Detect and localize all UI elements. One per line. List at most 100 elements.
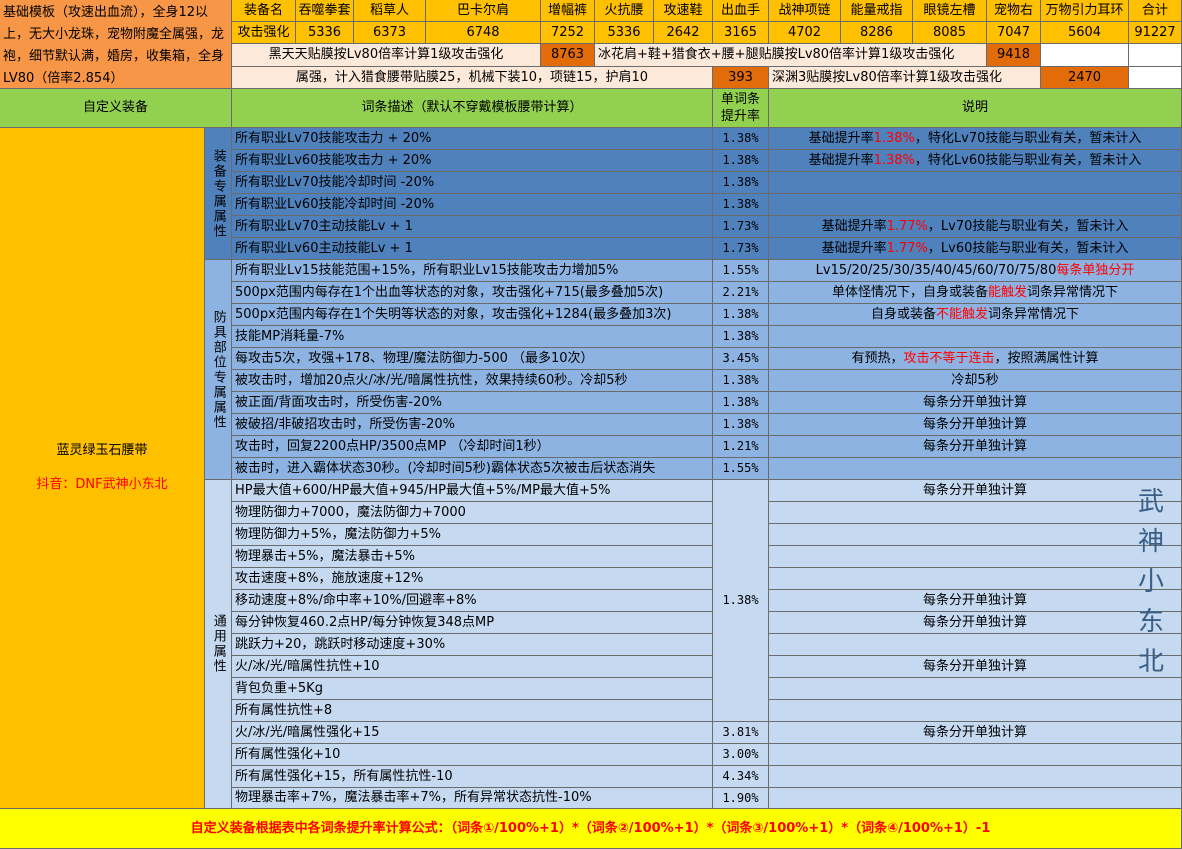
attack-strength-value-2[interactable]: 6373 [354, 22, 426, 44]
equipment-name-8[interactable]: 战神项链 [769, 0, 841, 22]
attack-strength-value-11[interactable]: 7047 [987, 22, 1041, 44]
general-row-note-6[interactable]: 每条分开单独计算 [769, 590, 1182, 612]
attribute-row-desc-8[interactable]: 500px范围内每存在1个出血等状态的对象，攻击强化+715(最多叠加5次) [232, 282, 713, 304]
attribute-row-rate-12[interactable]: 1.38% [713, 370, 769, 392]
attack-strength-value-3[interactable]: 6748 [426, 22, 541, 44]
attribute-row-desc-15[interactable]: 攻击时，回复2200点HP/3500点MP （冷却时间1秒） [232, 436, 713, 458]
general-row-note-2[interactable] [769, 502, 1182, 524]
equipment-name-12[interactable]: 万物引力耳环 [1041, 0, 1129, 22]
attribute-row-desc-13[interactable]: 被正面/背面攻击时，所受伤害-20% [232, 392, 713, 414]
attribute-row-note-7[interactable]: Lv15/20/25/30/35/40/45/60/70/75/80 每条单独分开 [769, 260, 1182, 282]
general-row-desc-3[interactable]: 物理防御力+5%，魔法防御力+5% [232, 524, 713, 546]
general-row-note-10[interactable] [769, 678, 1182, 700]
general-row-desc-6[interactable]: 移动速度+8%/命中率+10%/回避率+8% [232, 590, 713, 612]
attribute-row-rate-4[interactable]: 1.38% [713, 194, 769, 216]
attribute-row-note-5[interactable]: 基础提升率 1.77% ，Lv70技能与职业有关，暂未计入 [769, 216, 1182, 238]
attribute-row-note-13[interactable]: 每条分开单独计算 [769, 392, 1182, 414]
rate-header[interactable]: 单词条提升率 [713, 89, 769, 128]
general-row-desc-5[interactable]: 攻击速度+8%，施放速度+12% [232, 568, 713, 590]
attribute-row-desc-2[interactable]: 所有职业Lv60技能攻击力 + 20% [232, 150, 713, 172]
attack-strength-value-5[interactable]: 5336 [595, 22, 654, 44]
attack-strength-value-7[interactable]: 3165 [713, 22, 769, 44]
attribute-row-desc-11[interactable]: 每攻击5次，攻强+178、物理/魔法防御力-500 （最多10次） [232, 348, 713, 370]
custom-equipment-header[interactable]: 自定义装备 [0, 89, 232, 128]
general-row-desc-15[interactable]: 物理暴击率+7%，魔法暴击率+7%，所有异常状态抗性-10% [232, 788, 713, 809]
attribute-row-note-12[interactable]: 冷却5秒 [769, 370, 1182, 392]
general-row-note-3[interactable] [769, 524, 1182, 546]
general-row-note-12[interactable]: 每条分开单独计算 [769, 722, 1182, 744]
attribute-row-note-1[interactable]: 基础提升率 1.38% ，特化Lv70技能与职业有关，暂未计入 [769, 128, 1182, 150]
attack-strength-value-13[interactable]: 91227 [1129, 22, 1182, 44]
attribute-row-desc-9[interactable]: 500px范围内每存在1个失明等状态的对象，攻击强化+1284(最多叠加3次) [232, 304, 713, 326]
attribute-row-desc-16[interactable]: 被击时，进入霸体状态30秒。(冷却时间5秒)霸体状态5次被击后状态消失 [232, 458, 713, 480]
row3-description-2[interactable]: 冰花肩+鞋+猎食衣+腰+腿贴膜按Lv80倍率计算1级攻击强化 [595, 44, 987, 67]
note-header[interactable]: 说明 [769, 89, 1182, 128]
attribute-row-note-10[interactable] [769, 326, 1182, 348]
attribute-row-note-8[interactable]: 单体怪情况下，自身或装备 能触发 词条异常情况下 [769, 282, 1182, 304]
general-row-note-9[interactable]: 每条分开单独计算 [769, 656, 1182, 678]
attack-strength-value-9[interactable]: 8286 [841, 22, 913, 44]
general-row-desc-10[interactable]: 背包负重+5Kg [232, 678, 713, 700]
attribute-row-note-14[interactable]: 每条分开单独计算 [769, 414, 1182, 436]
general-row-desc-4[interactable]: 物理暴击+5%，魔法暴击+5% [232, 546, 713, 568]
equipment-name-11[interactable]: 宠物右 [987, 0, 1041, 22]
attribute-row-rate-13[interactable]: 1.38% [713, 392, 769, 414]
description-header[interactable]: 词条描述（默认不穿戴模板腰带计算） [232, 89, 713, 128]
general-row-note-5[interactable] [769, 568, 1182, 590]
equipment-name-label[interactable]: 装备名 [232, 0, 296, 22]
attribute-row-rate-6[interactable]: 1.73% [713, 238, 769, 260]
general-row-note-8[interactable] [769, 634, 1182, 656]
attribute-row-rate-3[interactable]: 1.38% [713, 172, 769, 194]
general-row-note-11[interactable] [769, 700, 1182, 722]
general-row-desc-12[interactable]: 火/冰/光/暗属性强化+15 [232, 722, 713, 744]
attack-strength-value-4[interactable]: 7252 [541, 22, 595, 44]
attack-strength-label[interactable]: 攻击强化 [232, 22, 296, 44]
row4-description-1[interactable]: 属强，计入猎食腰带贴膜25，机械下装10，项链15，护肩10 [232, 67, 713, 89]
attribute-row-note-16[interactable] [769, 458, 1182, 480]
equipment-name-10[interactable]: 眼镜左槽 [913, 0, 987, 22]
attribute-row-rate-10[interactable]: 1.38% [713, 326, 769, 348]
attribute-row-rate-5[interactable]: 1.73% [713, 216, 769, 238]
row3-empty-cell-2[interactable] [1129, 44, 1182, 67]
attribute-row-rate-14[interactable]: 1.38% [713, 414, 769, 436]
attribute-row-desc-7[interactable]: 所有职业Lv15技能范围+15%，所有职业Lv15技能攻击力增加5% [232, 260, 713, 282]
attribute-row-desc-6[interactable]: 所有职业Lv60主动技能Lv + 1 [232, 238, 713, 260]
row3-value-2[interactable]: 9418 [987, 44, 1041, 67]
attack-strength-value-8[interactable]: 4702 [769, 22, 841, 44]
general-row-note-4[interactable] [769, 546, 1182, 568]
attribute-row-note-9[interactable]: 自身或装备 不能触发 词条异常情况下 [769, 304, 1182, 326]
general-row-desc-8[interactable]: 跳跃力+20，跳跃时移动速度+30% [232, 634, 713, 656]
general-row-desc-14[interactable]: 所有属性强化+15，所有属性抗性-10 [232, 766, 713, 788]
general-row-desc-13[interactable]: 所有属性强化+10 [232, 744, 713, 766]
equipment-name-9[interactable]: 能量戒指 [841, 0, 913, 22]
attribute-row-rate-8[interactable]: 2.21% [713, 282, 769, 304]
attribute-row-desc-5[interactable]: 所有职业Lv70主动技能Lv + 1 [232, 216, 713, 238]
equipment-name-6[interactable]: 攻速鞋 [654, 0, 713, 22]
attribute-row-note-3[interactable] [769, 172, 1182, 194]
attribute-row-rate-2[interactable]: 1.38% [713, 150, 769, 172]
row3-empty-cell-1[interactable] [1041, 44, 1129, 67]
general-row-rate-12[interactable]: 3.81% [713, 722, 769, 744]
custom-equipment-cell[interactable]: 蓝灵绿玉石腰带 抖音：DNF武神小东北 [0, 128, 205, 809]
equipment-name-4[interactable]: 增幅裤 [541, 0, 595, 22]
attribute-row-note-15[interactable]: 每条分开单独计算 [769, 436, 1182, 458]
attribute-row-rate-7[interactable]: 1.55% [713, 260, 769, 282]
row3-value-1[interactable]: 8763 [541, 44, 595, 67]
general-row-rate-15[interactable]: 1.90% [713, 788, 769, 809]
attribute-row-rate-11[interactable]: 3.45% [713, 348, 769, 370]
general-row-desc-2[interactable]: 物理防御力+7000，魔法防御力+7000 [232, 502, 713, 524]
general-row-note-14[interactable] [769, 766, 1182, 788]
row3-description-1[interactable]: 黑天天贴膜按Lv80倍率计算1级攻击强化 [232, 44, 541, 67]
attribute-row-note-11[interactable]: 有预热， 攻击不等于连击 ，按照满属性计算 [769, 348, 1182, 370]
attack-strength-value-12[interactable]: 5604 [1041, 22, 1129, 44]
general-row-desc-11[interactable]: 所有属性抗性+8 [232, 700, 713, 722]
attribute-row-note-4[interactable] [769, 194, 1182, 216]
row4-description-2[interactable]: 深渊3贴膜按Lv80倍率计算1级攻击强化 [769, 67, 1041, 89]
general-row-rate-13[interactable]: 3.00% [713, 744, 769, 766]
general-row-rate-14[interactable]: 4.34% [713, 766, 769, 788]
general-row-note-7[interactable]: 每条分开单独计算 [769, 612, 1182, 634]
attribute-row-note-2[interactable]: 基础提升率 1.38% ，特化Lv60技能与职业有关，暂未计入 [769, 150, 1182, 172]
attribute-row-desc-12[interactable]: 被攻击时，增加20点火/冰/光/暗属性抗性，效果持续60秒。冷却5秒 [232, 370, 713, 392]
general-row-desc-7[interactable]: 每分钟恢复460.2点HP/每分钟恢复348点MP [232, 612, 713, 634]
general-row-desc-1[interactable]: HP最大值+600/HP最大值+945/HP最大值+5%/MP最大值+5% [232, 480, 713, 502]
